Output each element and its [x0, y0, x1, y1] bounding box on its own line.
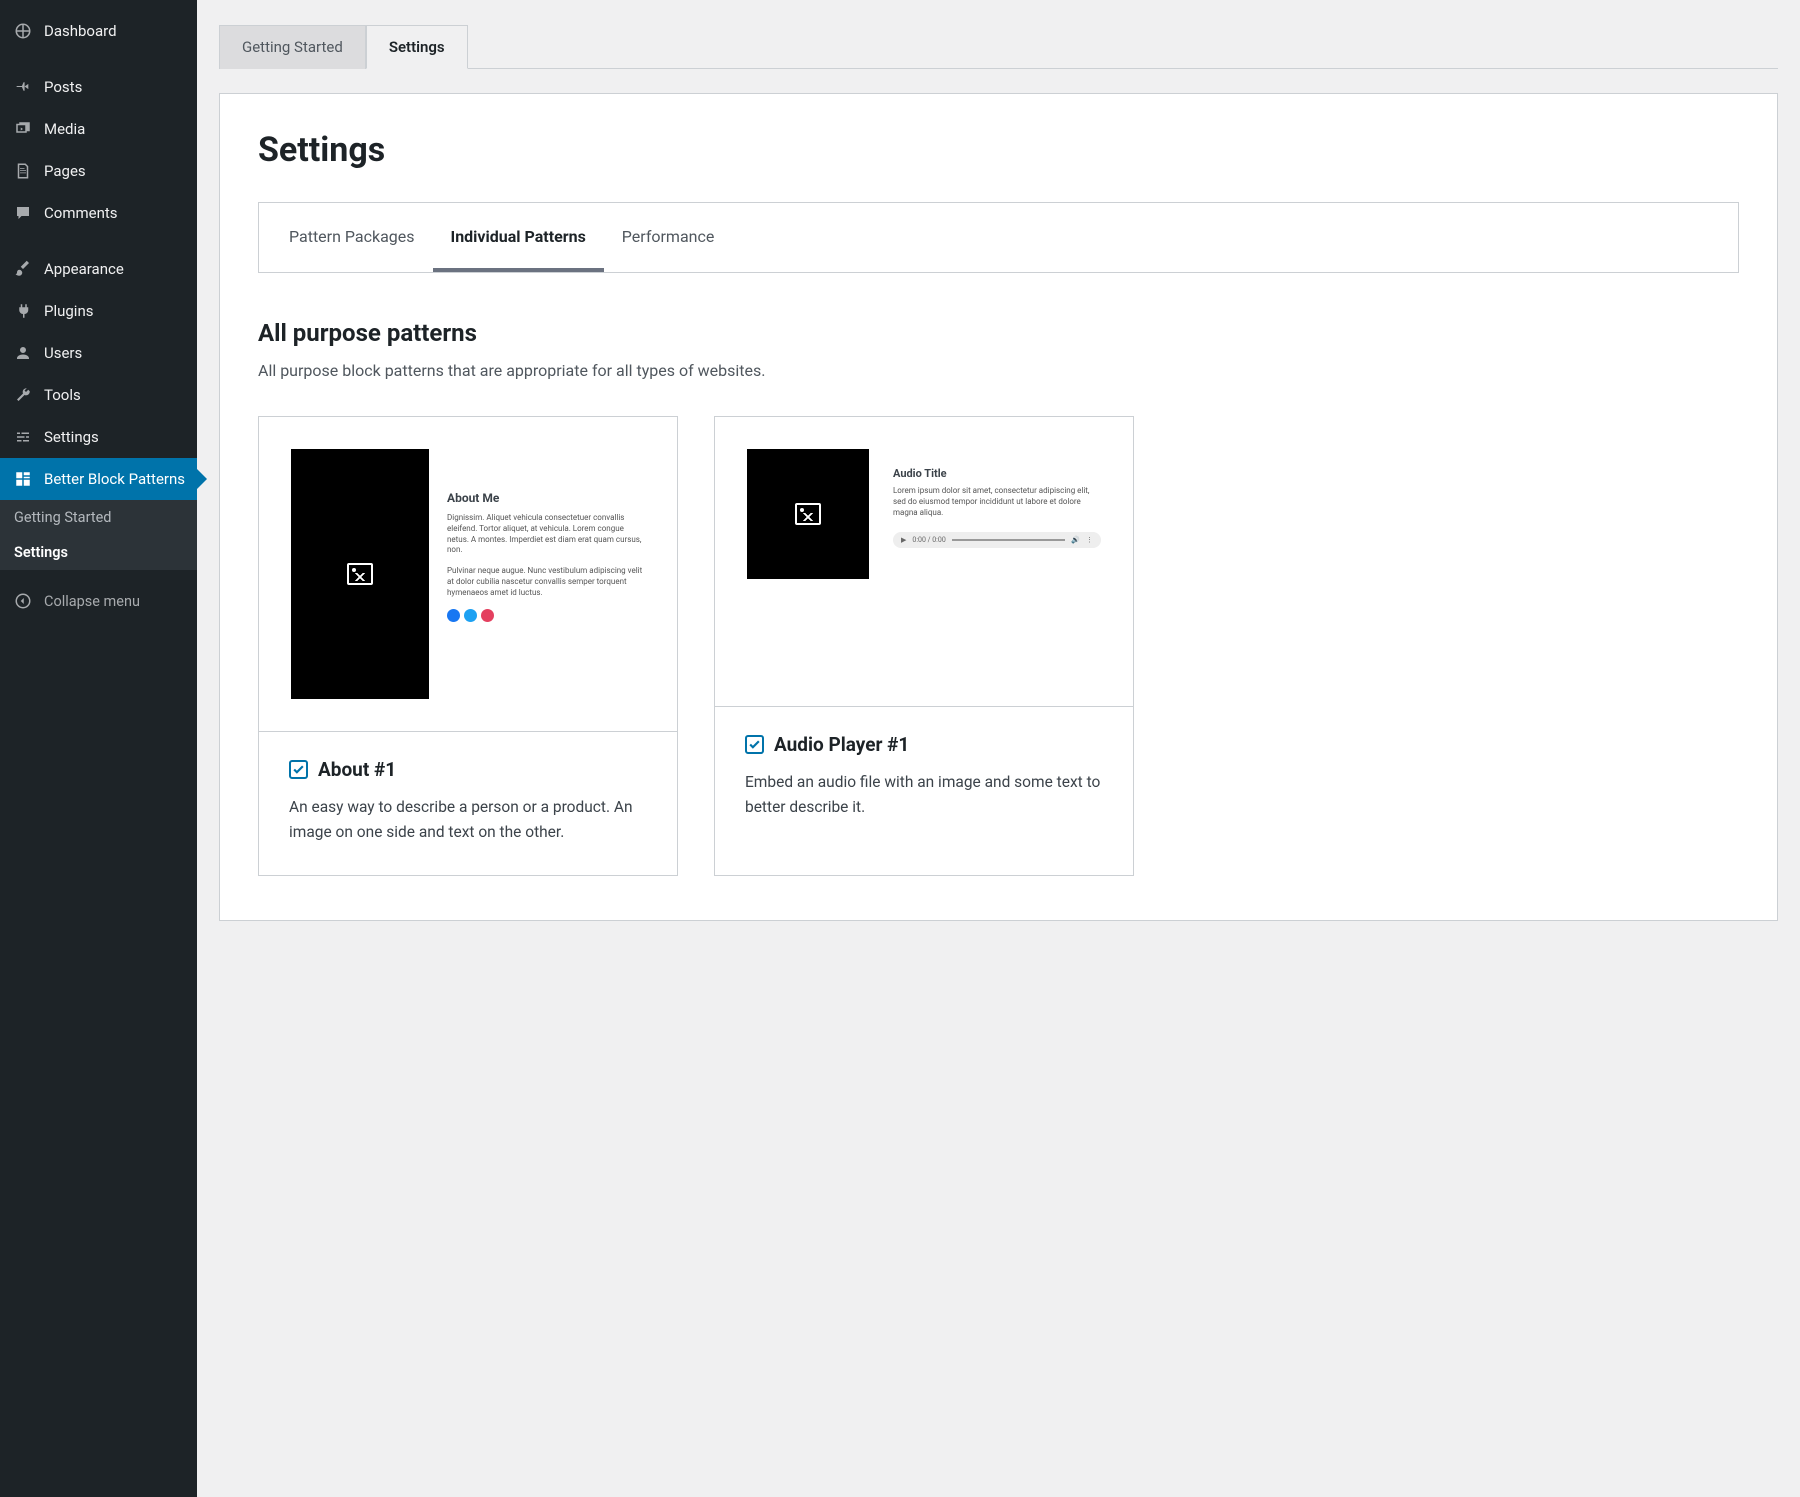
pattern-card-audio-player-1: Audio Title Lorem ipsum dolor sit amet, …: [714, 416, 1134, 876]
media-icon: [12, 118, 34, 140]
pattern-checkbox[interactable]: [745, 735, 764, 754]
preview-heading: Audio Title: [893, 467, 1101, 480]
brush-icon: [12, 258, 34, 280]
inner-tab-performance[interactable]: Performance: [604, 203, 733, 272]
facebook-icon: [447, 609, 460, 622]
dashboard-icon: [12, 20, 34, 42]
sidebar-item-better-block-patterns[interactable]: Better Block Patterns: [0, 458, 197, 500]
sidebar-item-label: Settings: [44, 428, 99, 446]
audio-track: [952, 539, 1066, 541]
collapse-label: Collapse menu: [44, 593, 140, 610]
preview-heading: About Me: [447, 491, 645, 505]
preview-text: Audio Title Lorem ipsum dolor sit amet, …: [893, 449, 1101, 579]
main-content: Getting Started Settings Settings Patter…: [197, 0, 1800, 1497]
wrench-icon: [12, 384, 34, 406]
sidebar-item-label: Tools: [44, 386, 81, 404]
sliders-icon: [12, 426, 34, 448]
section-title: All purpose patterns: [258, 319, 1739, 347]
inner-tabs: Pattern Packages Individual Patterns Per…: [258, 202, 1739, 273]
pattern-card-title: Audio Player #1: [774, 733, 909, 756]
user-icon: [12, 342, 34, 364]
sidebar-item-label: Plugins: [44, 302, 93, 320]
collapse-icon: [12, 590, 34, 612]
pattern-card-title: About #1: [318, 758, 396, 781]
sidebar-item-comments[interactable]: Comments: [0, 192, 197, 234]
tab-settings[interactable]: Settings: [366, 25, 468, 69]
settings-panel: Settings Pattern Packages Individual Pat…: [219, 93, 1778, 921]
instagram-icon: [481, 609, 494, 622]
pattern-card-description: Embed an audio file with an image and so…: [745, 770, 1103, 820]
pattern-preview: Audio Title Lorem ipsum dolor sit amet, …: [715, 417, 1133, 707]
sidebar-submenu: Getting Started Settings: [0, 500, 197, 570]
sidebar-subitem-getting-started[interactable]: Getting Started: [0, 500, 197, 535]
outer-tabs: Getting Started Settings: [219, 24, 1778, 69]
page-title: Settings: [258, 130, 1739, 170]
image-icon: [795, 503, 821, 525]
sidebar-subitem-settings[interactable]: Settings: [0, 535, 197, 570]
inner-tab-individual-patterns[interactable]: Individual Patterns: [433, 203, 604, 272]
sidebar-item-users[interactable]: Users: [0, 332, 197, 374]
sidebar-item-pages[interactable]: Pages: [0, 150, 197, 192]
preview-paragraph: Dignissim. Aliquet vehicula consectetuer…: [447, 513, 645, 556]
sidebar-item-label: Comments: [44, 204, 118, 222]
sidebar-item-label: Users: [44, 344, 82, 362]
sidebar-item-tools[interactable]: Tools: [0, 374, 197, 416]
sidebar-item-label: Dashboard: [44, 22, 117, 40]
sidebar-item-label: Appearance: [44, 260, 124, 278]
image-icon: [347, 563, 373, 585]
section-description: All purpose block patterns that are appr…: [258, 361, 1739, 380]
twitter-icon: [464, 609, 477, 622]
audio-time: 0:00 / 0:00: [912, 536, 945, 544]
sidebar-item-label: Media: [44, 120, 85, 138]
sidebar-item-appearance[interactable]: Appearance: [0, 248, 197, 290]
preview-paragraph: Pulvinar neque augue. Nunc vestibulum ad…: [447, 566, 645, 598]
sidebar-item-plugins[interactable]: Plugins: [0, 290, 197, 332]
comment-icon: [12, 202, 34, 224]
pattern-preview: About Me Dignissim. Aliquet vehicula con…: [259, 417, 677, 732]
sidebar-item-media[interactable]: Media: [0, 108, 197, 150]
pattern-cards: About Me Dignissim. Aliquet vehicula con…: [258, 416, 1739, 876]
image-placeholder: [747, 449, 869, 579]
image-placeholder: [291, 449, 429, 699]
block-icon: [12, 468, 34, 490]
pattern-checkbox[interactable]: [289, 760, 308, 779]
inner-tab-pattern-packages[interactable]: Pattern Packages: [271, 203, 433, 272]
social-icons-row: [447, 609, 645, 622]
pin-icon: [12, 76, 34, 98]
pattern-card-body: Audio Player #1 Embed an audio file with…: [715, 707, 1133, 850]
plug-icon: [12, 300, 34, 322]
sidebar-item-settings[interactable]: Settings: [0, 416, 197, 458]
admin-sidebar: Dashboard Posts Media Pages Comments App…: [0, 0, 197, 1497]
pattern-card-about-1: About Me Dignissim. Aliquet vehicula con…: [258, 416, 678, 876]
pattern-card-description: An easy way to describe a person or a pr…: [289, 795, 647, 845]
pages-icon: [12, 160, 34, 182]
preview-text: About Me Dignissim. Aliquet vehicula con…: [447, 449, 645, 699]
audio-player-bar: ▶ 0:00 / 0:00 🔊 ⋮: [893, 532, 1101, 548]
sidebar-item-label: Better Block Patterns: [44, 470, 185, 488]
preview-paragraph: Lorem ipsum dolor sit amet, consectetur …: [893, 486, 1101, 518]
check-icon: [292, 763, 305, 776]
sidebar-item-label: Posts: [44, 78, 82, 96]
sidebar-item-posts[interactable]: Posts: [0, 66, 197, 108]
sidebar-item-dashboard[interactable]: Dashboard: [0, 10, 197, 52]
volume-icon: 🔊: [1071, 536, 1080, 544]
check-icon: [748, 738, 761, 751]
play-icon: ▶: [901, 536, 906, 544]
collapse-menu-button[interactable]: Collapse menu: [0, 578, 197, 624]
tab-getting-started[interactable]: Getting Started: [219, 25, 366, 69]
menu-icon: ⋮: [1086, 536, 1093, 544]
pattern-card-body: About #1 An easy way to describe a perso…: [259, 732, 677, 875]
sidebar-item-label: Pages: [44, 162, 86, 180]
